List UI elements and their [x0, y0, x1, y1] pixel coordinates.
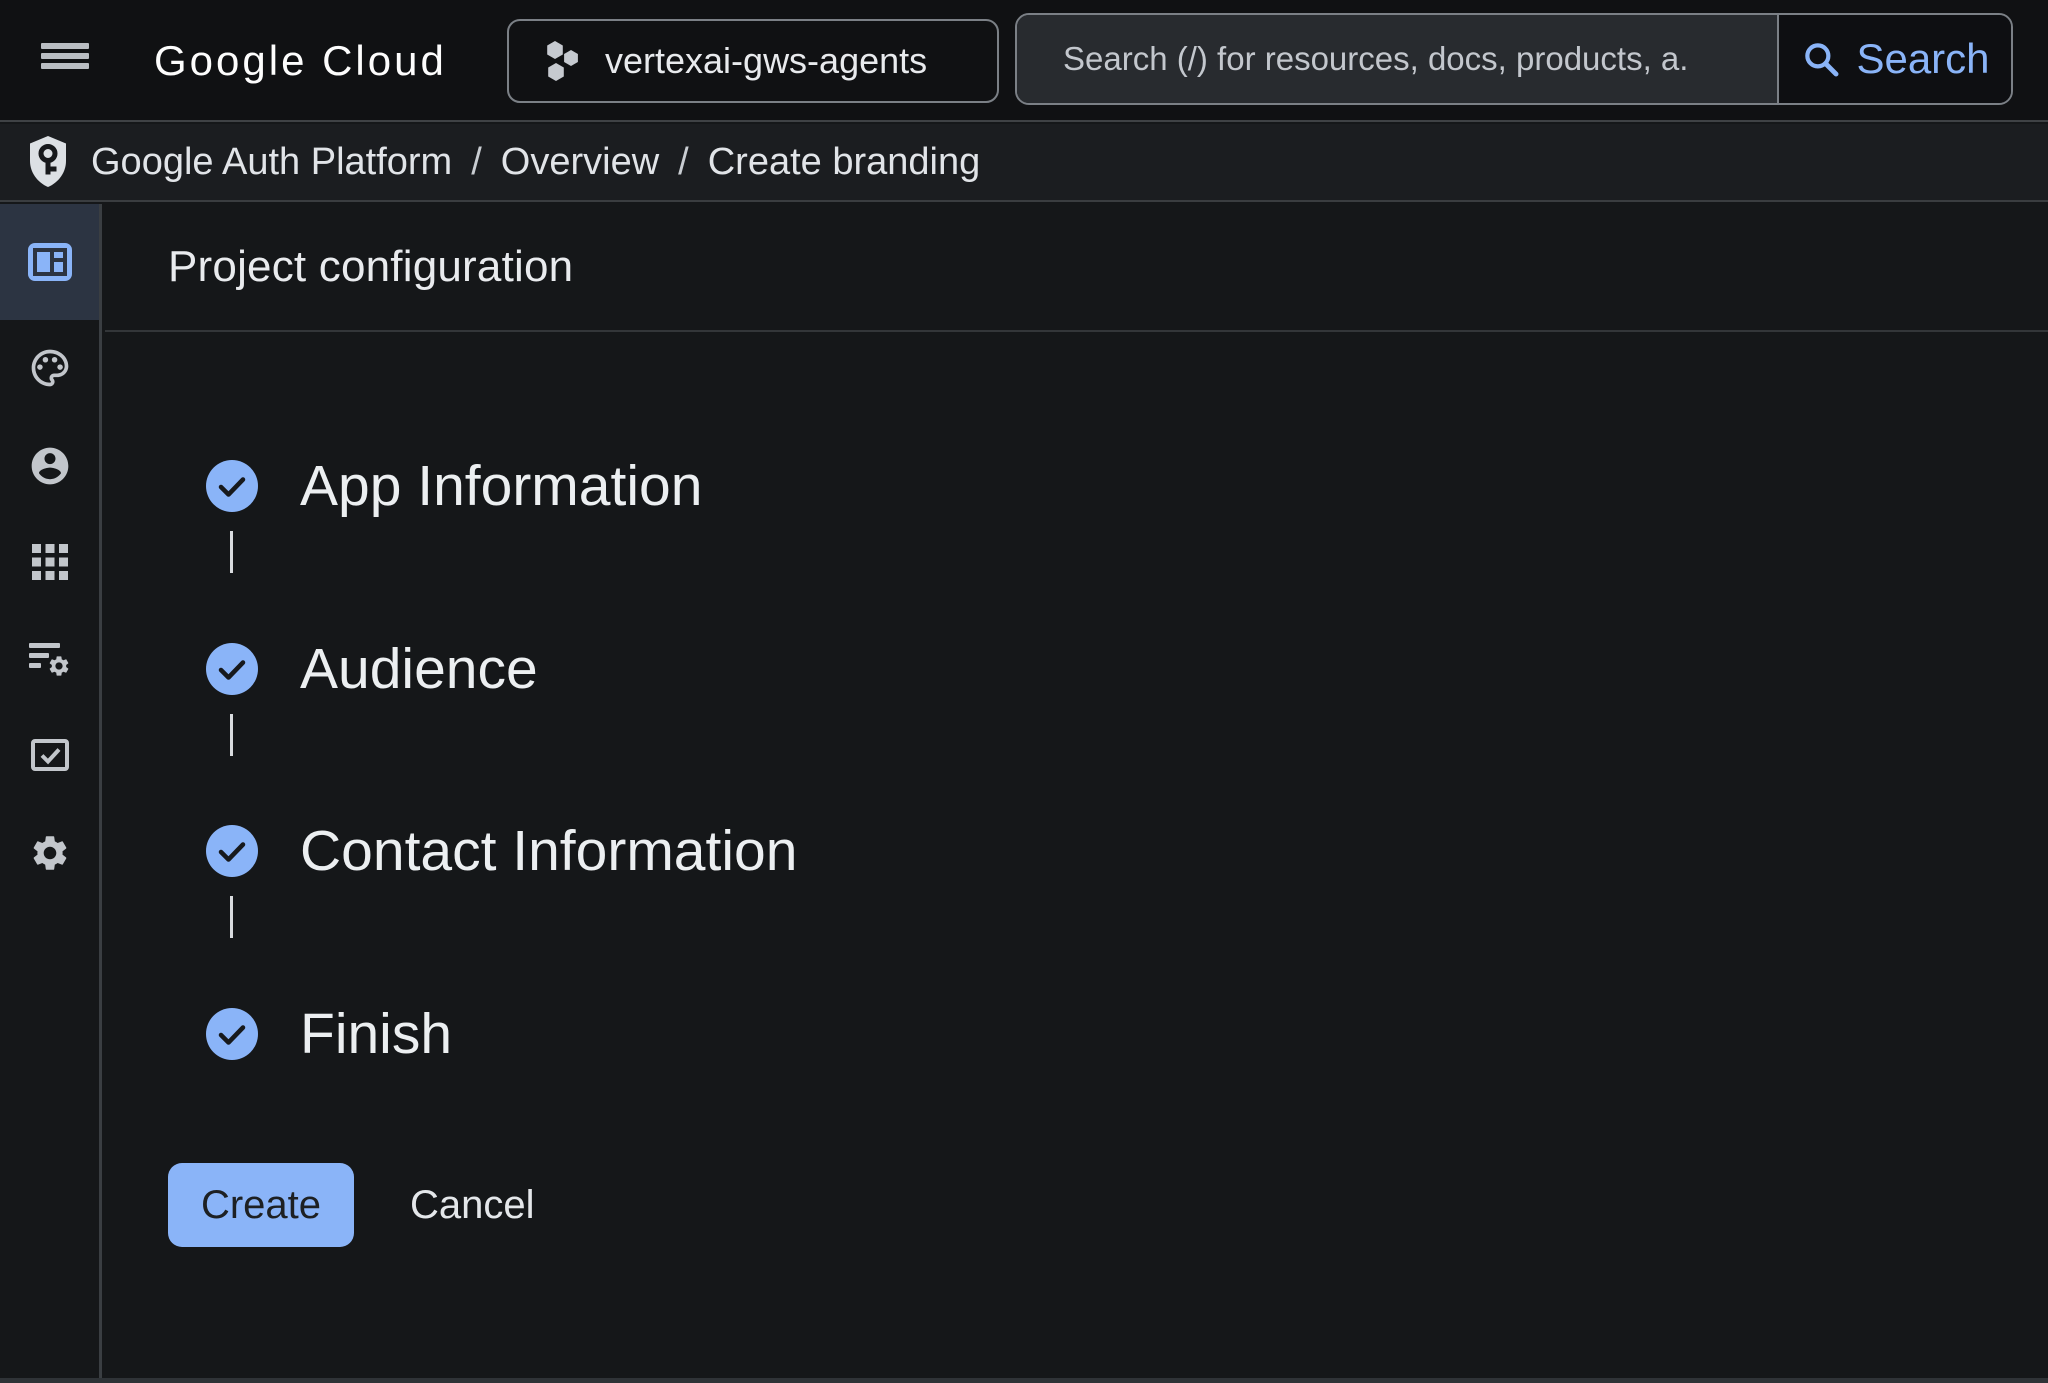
- project-selector-label: vertexai-gws-agents: [605, 40, 927, 82]
- google-cloud-console: Google Cloud vertexai-gws-agents: [0, 0, 2048, 1383]
- step-completed-check-icon: [206, 1008, 258, 1060]
- sidebar-item-branding[interactable]: [0, 319, 99, 417]
- search-input[interactable]: [1063, 40, 1767, 78]
- breadcrumb-separator: /: [471, 141, 482, 184]
- top-app-bar: Google Cloud vertexai-gws-agents: [0, 0, 2048, 122]
- main-content: Project configuration App Information Au…: [105, 204, 2048, 1378]
- search-icon: [1800, 38, 1842, 80]
- stepper-connector: [230, 714, 233, 756]
- palette-icon: [28, 346, 72, 390]
- sidebar-item-audience[interactable]: [0, 417, 99, 515]
- step-label: App Information: [300, 453, 702, 519]
- stepper-connector: [230, 531, 233, 573]
- dashboard-icon: [27, 242, 73, 282]
- search-field-region: [1017, 15, 1777, 103]
- stepper-step-contact-information[interactable]: Contact Information: [206, 822, 797, 880]
- apps-grid-icon: [30, 542, 70, 582]
- page-title: Project configuration: [168, 242, 573, 292]
- left-nav-rail: [0, 204, 102, 1378]
- sidebar-item-verification-center[interactable]: [0, 706, 99, 804]
- breadcrumb-item-create-branding: Create branding: [708, 141, 981, 184]
- list-settings-icon: [27, 640, 73, 682]
- content-header: Project configuration: [105, 204, 2048, 332]
- search-button-label: Search: [1856, 35, 1989, 83]
- breadcrumb-item-overview[interactable]: Overview: [501, 141, 659, 184]
- menu-hamburger-button[interactable]: [41, 43, 89, 79]
- stepper-step-app-information[interactable]: App Information: [206, 457, 702, 515]
- breadcrumb-bar: Google Auth Platform / Overview / Create…: [0, 124, 2048, 202]
- step-completed-check-icon: [206, 825, 258, 877]
- bottom-edge-strip: [0, 1378, 2048, 1383]
- project-hexagons-icon: [543, 39, 581, 83]
- sidebar-item-clients[interactable]: [0, 513, 99, 611]
- google-cloud-logo: Google Cloud: [154, 0, 447, 122]
- hamburger-bar: [41, 43, 89, 49]
- hamburger-bar: [41, 63, 89, 69]
- step-label: Finish: [300, 1001, 452, 1067]
- step-label: Contact Information: [300, 818, 797, 884]
- step-completed-check-icon: [206, 643, 258, 695]
- search-bar: Search: [1015, 13, 2013, 105]
- stepper-step-finish[interactable]: Finish: [206, 1005, 452, 1063]
- cancel-button[interactable]: Cancel: [380, 1163, 565, 1247]
- search-button[interactable]: Search: [1777, 15, 2011, 103]
- stepper-step-audience[interactable]: Audience: [206, 640, 538, 698]
- stepper-connector: [230, 896, 233, 938]
- settings-gear-icon: [29, 832, 71, 874]
- sidebar-item-overview[interactable]: [0, 204, 99, 320]
- create-button[interactable]: Create: [168, 1163, 354, 1247]
- auth-platform-shield-key-icon: [26, 134, 70, 190]
- breadcrumb-separator: /: [678, 141, 689, 184]
- verification-check-icon: [29, 735, 71, 775]
- hamburger-bar: [41, 53, 89, 59]
- account-circle-icon: [28, 444, 72, 488]
- project-selector[interactable]: vertexai-gws-agents: [507, 19, 999, 103]
- sidebar-item-data-access[interactable]: [0, 612, 99, 710]
- breadcrumb: Google Auth Platform / Overview / Create…: [91, 141, 980, 184]
- step-label: Audience: [300, 636, 538, 702]
- sidebar-item-settings[interactable]: [0, 804, 99, 902]
- step-completed-check-icon: [206, 460, 258, 512]
- breadcrumb-item-auth-platform[interactable]: Google Auth Platform: [91, 141, 452, 184]
